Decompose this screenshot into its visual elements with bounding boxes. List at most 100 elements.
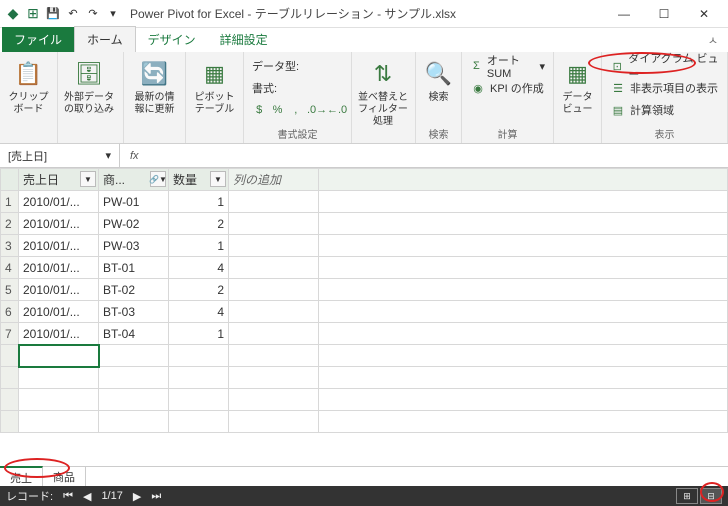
kpi-button[interactable]: ◉KPI の作成 bbox=[468, 78, 547, 98]
nav-prev-icon[interactable]: ◀ bbox=[83, 490, 91, 503]
table-row[interactable]: 52010/01/...BT-022 bbox=[1, 279, 728, 301]
diagram-view-status-button[interactable]: ⊟ bbox=[700, 488, 722, 504]
cell-product[interactable]: BT-03 bbox=[99, 301, 169, 323]
grid-view-button[interactable]: ⊞ bbox=[676, 488, 698, 504]
column-header-product[interactable]: 商...🔗▼ bbox=[99, 169, 169, 191]
diagram-icon: ⊡ bbox=[610, 60, 624, 73]
cell-empty[interactable] bbox=[229, 323, 319, 345]
close-button[interactable]: ✕ bbox=[684, 0, 724, 28]
nav-first-icon[interactable]: ⏮ bbox=[63, 490, 73, 503]
cell-product[interactable]: BT-02 bbox=[99, 279, 169, 301]
clipboard-icon: 📋 bbox=[13, 58, 45, 90]
currency-icon[interactable]: $ bbox=[252, 104, 266, 116]
row-header[interactable]: 6 bbox=[1, 301, 19, 323]
nav-next-icon[interactable]: ▶ bbox=[133, 490, 141, 503]
datatype-dropdown[interactable]: データ型: bbox=[250, 56, 345, 76]
cell-qty[interactable]: 2 bbox=[169, 279, 229, 301]
name-box[interactable]: [売上日]▾ bbox=[0, 144, 120, 167]
record-label: レコード: bbox=[6, 488, 53, 504]
cell-qty[interactable]: 1 bbox=[169, 235, 229, 257]
cell-qty[interactable]: 4 bbox=[169, 257, 229, 279]
row-header[interactable]: 7 bbox=[1, 323, 19, 345]
maximize-button[interactable]: ☐ bbox=[644, 0, 684, 28]
row-header[interactable]: 1 bbox=[1, 191, 19, 213]
search-button[interactable]: 🔍検索 bbox=[422, 56, 455, 124]
cell-product[interactable]: BT-01 bbox=[99, 257, 169, 279]
cell-product[interactable]: PW-02 bbox=[99, 213, 169, 235]
cell-empty[interactable] bbox=[229, 235, 319, 257]
table-row[interactable]: 12010/01/...PW-011 bbox=[1, 191, 728, 213]
undo-icon[interactable]: ↶ bbox=[64, 5, 82, 23]
tab-advanced[interactable]: 詳細設定 bbox=[208, 27, 280, 52]
cell-product[interactable]: PW-03 bbox=[99, 235, 169, 257]
number-format-row: $ % , .0→ ←.0 bbox=[250, 100, 345, 120]
search-icon: 🔍 bbox=[423, 58, 455, 90]
table-row[interactable]: 32010/01/...PW-031 bbox=[1, 235, 728, 257]
minimize-button[interactable]: — bbox=[604, 0, 644, 28]
sheet-tab-products[interactable]: 商品 bbox=[43, 467, 86, 487]
redo-icon[interactable]: ↷ bbox=[84, 5, 102, 23]
filter-icon[interactable]: ▼ bbox=[80, 171, 96, 187]
cell-qty[interactable]: 4 bbox=[169, 301, 229, 323]
decrease-decimal-icon[interactable]: ←.0 bbox=[327, 104, 343, 116]
select-all-corner[interactable] bbox=[1, 169, 19, 191]
ribbon: 📋クリップボード 🗄外部データの取り込み 🔄最新の情報に更新 ▦ピボットテーブル… bbox=[0, 52, 728, 144]
sheet-tabs: 売上 商品 bbox=[0, 466, 728, 486]
comma-icon[interactable]: , bbox=[289, 104, 303, 116]
format-dropdown[interactable]: 書式: bbox=[250, 78, 345, 98]
row-header[interactable]: 5 bbox=[1, 279, 19, 301]
refresh-button[interactable]: 🔄最新の情報に更新 bbox=[130, 56, 179, 141]
show-hidden-button[interactable]: ☰非表示項目の表示 bbox=[608, 78, 721, 98]
table-row[interactable]: 22010/01/...PW-022 bbox=[1, 213, 728, 235]
powerpivot-icon: ◆ bbox=[4, 5, 22, 23]
clipboard-button[interactable]: 📋クリップボード bbox=[6, 56, 51, 141]
cell-product[interactable]: PW-01 bbox=[99, 191, 169, 213]
cell-qty[interactable]: 2 bbox=[169, 213, 229, 235]
increase-decimal-icon[interactable]: .0→ bbox=[307, 104, 323, 116]
data-view-button[interactable]: ▦データビュー bbox=[560, 56, 595, 141]
add-column[interactable]: 列の追加 bbox=[229, 169, 319, 191]
nav-last-icon[interactable]: ⏭ bbox=[151, 490, 161, 503]
cell-date[interactable]: 2010/01/... bbox=[19, 235, 99, 257]
table-row[interactable]: 42010/01/...BT-014 bbox=[1, 257, 728, 279]
cell-qty[interactable]: 1 bbox=[169, 323, 229, 345]
hidden-icon: ☰ bbox=[610, 82, 626, 95]
table-row[interactable]: 72010/01/...BT-041 bbox=[1, 323, 728, 345]
tab-design[interactable]: デザイン bbox=[136, 27, 208, 52]
cell-empty[interactable] bbox=[229, 257, 319, 279]
cell-date[interactable]: 2010/01/... bbox=[19, 279, 99, 301]
tab-file[interactable]: ファイル bbox=[2, 27, 74, 52]
cell-empty[interactable] bbox=[229, 191, 319, 213]
cell-empty[interactable] bbox=[229, 301, 319, 323]
pivottable-button[interactable]: ▦ピボットテーブル bbox=[192, 56, 237, 141]
save-icon[interactable]: 💾 bbox=[44, 5, 62, 23]
filter-icon[interactable]: 🔗▼ bbox=[150, 171, 166, 187]
row-header[interactable]: 3 bbox=[1, 235, 19, 257]
cell-empty[interactable] bbox=[229, 213, 319, 235]
cell-date[interactable]: 2010/01/... bbox=[19, 301, 99, 323]
percent-icon[interactable]: % bbox=[270, 104, 284, 116]
filter-icon[interactable]: ▼ bbox=[210, 171, 226, 187]
external-data-button[interactable]: 🗄外部データの取り込み bbox=[64, 56, 114, 141]
sort-filter-button[interactable]: ⇅並べ替えとフィルター処理 bbox=[358, 56, 408, 141]
column-header-qty[interactable]: 数量▼ bbox=[169, 169, 229, 191]
cell-qty[interactable]: 1 bbox=[169, 191, 229, 213]
autosum-button[interactable]: Σオート SUM ▾ bbox=[468, 56, 547, 76]
table-row[interactable]: 62010/01/...BT-034 bbox=[1, 301, 728, 323]
cell-date[interactable]: 2010/01/... bbox=[19, 191, 99, 213]
cell-product[interactable]: BT-04 bbox=[99, 323, 169, 345]
cell-empty[interactable] bbox=[229, 279, 319, 301]
sheet-tab-sales[interactable]: 売上 bbox=[0, 466, 43, 488]
cell-date[interactable]: 2010/01/... bbox=[19, 257, 99, 279]
calc-area-button[interactable]: ▤計算領域 bbox=[608, 100, 721, 120]
cell-date[interactable]: 2010/01/... bbox=[19, 213, 99, 235]
diagram-view-button[interactable]: ⊡ダイアグラム ビュー bbox=[608, 56, 721, 76]
tab-home[interactable]: ホーム bbox=[74, 26, 136, 52]
column-header-date[interactable]: 売上日▼ bbox=[19, 169, 99, 191]
row-header[interactable]: 4 bbox=[1, 257, 19, 279]
qat-dropdown-icon[interactable]: ▾ bbox=[104, 5, 122, 23]
ribbon-collapse-icon[interactable]: ㅅ bbox=[698, 28, 728, 52]
cell-date[interactable]: 2010/01/... bbox=[19, 323, 99, 345]
calc-cell-selected[interactable] bbox=[19, 345, 99, 367]
row-header[interactable]: 2 bbox=[1, 213, 19, 235]
